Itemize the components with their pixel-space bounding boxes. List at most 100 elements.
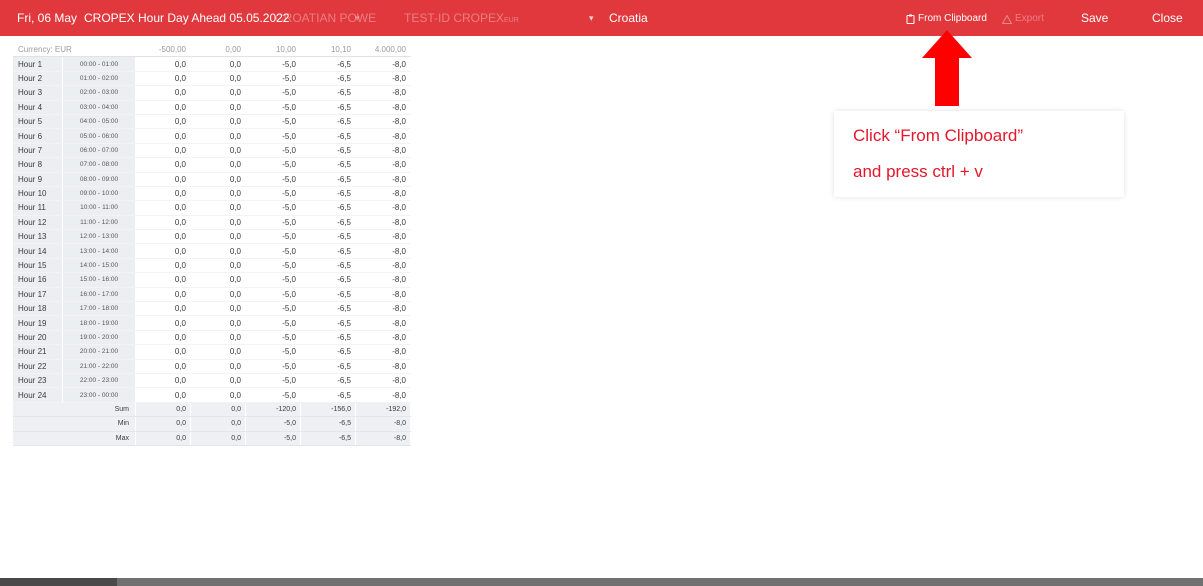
quantity-cell[interactable]: -6,5 xyxy=(300,387,356,403)
quantity-cell[interactable]: 0,0 xyxy=(190,71,246,87)
quantity-cell[interactable]: 0,0 xyxy=(135,71,191,87)
quantity-cell[interactable]: -5,0 xyxy=(245,258,301,274)
quantity-cell[interactable]: -5,0 xyxy=(245,359,301,374)
quantity-cell[interactable]: -6,5 xyxy=(300,85,356,101)
quantity-cell[interactable]: -6,5 xyxy=(300,215,356,231)
quantity-cell[interactable]: 0,0 xyxy=(135,157,191,173)
quantity-cell[interactable]: -8,0 xyxy=(355,344,411,360)
quantity-cell[interactable]: 0,0 xyxy=(135,128,191,144)
quantity-cell[interactable]: 0,0 xyxy=(190,200,246,216)
quantity-cell[interactable]: -5,0 xyxy=(245,186,301,202)
quantity-cell[interactable]: -6,5 xyxy=(300,315,356,331)
quantity-cell[interactable]: 0,0 xyxy=(190,215,246,231)
quantity-cell[interactable]: -6,5 xyxy=(300,71,356,87)
quantity-cell[interactable]: -8,0 xyxy=(355,272,411,288)
quantity-cell[interactable]: -6,5 xyxy=(300,128,356,144)
quantity-cell[interactable]: 0,0 xyxy=(190,359,246,374)
quantity-cell[interactable]: -6,5 xyxy=(300,359,356,374)
quantity-cell[interactable]: 0,0 xyxy=(190,287,246,303)
quantity-cell[interactable]: -5,0 xyxy=(245,143,301,159)
portfolio-select[interactable]: TEST-ID CROPEXEUR xyxy=(404,11,519,28)
quantity-cell[interactable]: -6,5 xyxy=(300,100,356,115)
quantity-cell[interactable]: -5,0 xyxy=(245,301,301,317)
quantity-cell[interactable]: -8,0 xyxy=(355,71,411,87)
quantity-cell[interactable]: 0,0 xyxy=(190,272,246,288)
quantity-cell[interactable]: -6,5 xyxy=(300,200,356,216)
quantity-cell[interactable]: -8,0 xyxy=(355,56,411,72)
quantity-cell[interactable]: -6,5 xyxy=(300,344,356,360)
quantity-cell[interactable]: 0,0 xyxy=(135,114,191,130)
quantity-cell[interactable]: 0,0 xyxy=(135,143,191,159)
quantity-cell[interactable]: -6,5 xyxy=(300,272,356,288)
quantity-cell[interactable]: 0,0 xyxy=(190,56,246,72)
close-button[interactable]: Close xyxy=(1152,11,1183,25)
quantity-cell[interactable]: -8,0 xyxy=(355,387,411,403)
quantity-cell[interactable]: -5,0 xyxy=(245,387,301,403)
quantity-cell[interactable]: -5,0 xyxy=(245,172,301,187)
quantity-cell[interactable]: -8,0 xyxy=(355,301,411,317)
quantity-cell[interactable]: 0,0 xyxy=(190,243,246,259)
quantity-cell[interactable]: -8,0 xyxy=(355,315,411,331)
quantity-cell[interactable]: -5,0 xyxy=(245,315,301,331)
quantity-cell[interactable]: -6,5 xyxy=(300,186,356,202)
quantity-cell[interactable]: -6,5 xyxy=(300,287,356,303)
quantity-cell[interactable]: -5,0 xyxy=(245,56,301,72)
quantity-cell[interactable]: -8,0 xyxy=(355,200,411,216)
quantity-cell[interactable]: -5,0 xyxy=(245,85,301,101)
quantity-cell[interactable]: -5,0 xyxy=(245,373,301,389)
company-select[interactable]: CROATIAN POWE xyxy=(275,11,376,25)
quantity-cell[interactable]: -8,0 xyxy=(355,258,411,274)
quantity-cell[interactable]: -6,5 xyxy=(300,301,356,317)
quantity-cell[interactable]: -5,0 xyxy=(245,215,301,231)
quantity-cell[interactable]: -5,0 xyxy=(245,71,301,87)
quantity-cell[interactable]: 0,0 xyxy=(190,315,246,331)
quantity-cell[interactable]: 0,0 xyxy=(135,287,191,303)
quantity-cell[interactable]: 0,0 xyxy=(135,373,191,389)
quantity-cell[interactable]: 0,0 xyxy=(190,114,246,130)
quantity-cell[interactable]: 0,0 xyxy=(135,258,191,274)
quantity-cell[interactable]: 0,0 xyxy=(135,315,191,331)
chevron-down-icon[interactable]: ▾ xyxy=(589,11,594,25)
quantity-cell[interactable]: -5,0 xyxy=(245,272,301,288)
quantity-cell[interactable]: -8,0 xyxy=(355,243,411,259)
quantity-cell[interactable]: 0,0 xyxy=(135,272,191,288)
quantity-cell[interactable]: 0,0 xyxy=(190,172,246,187)
quantity-cell[interactable]: -5,0 xyxy=(245,330,301,346)
quantity-cell[interactable]: 0,0 xyxy=(190,344,246,360)
save-button[interactable]: Save xyxy=(1081,11,1108,25)
quantity-cell[interactable]: -5,0 xyxy=(245,114,301,130)
quantity-cell[interactable]: -5,0 xyxy=(245,229,301,245)
quantity-cell[interactable]: 0,0 xyxy=(190,157,246,173)
quantity-cell[interactable]: -6,5 xyxy=(300,330,356,346)
chevron-down-icon[interactable]: ▾ xyxy=(355,11,360,25)
quantity-cell[interactable]: -6,5 xyxy=(300,56,356,72)
from-clipboard-button[interactable]: From Clipboard xyxy=(906,12,987,26)
quantity-cell[interactable]: 0,0 xyxy=(190,258,246,274)
quantity-cell[interactable]: 0,0 xyxy=(135,200,191,216)
quantity-cell[interactable]: 0,0 xyxy=(135,85,191,101)
quantity-cell[interactable]: -8,0 xyxy=(355,330,411,346)
quantity-cell[interactable]: 0,0 xyxy=(190,186,246,202)
quantity-cell[interactable]: -8,0 xyxy=(355,172,411,187)
quantity-cell[interactable]: 0,0 xyxy=(135,359,191,374)
quantity-cell[interactable]: -5,0 xyxy=(245,344,301,360)
quantity-cell[interactable]: 0,0 xyxy=(190,373,246,389)
quantity-cell[interactable]: -8,0 xyxy=(355,143,411,159)
horizontal-scrollbar[interactable] xyxy=(0,578,1203,586)
quantity-cell[interactable]: -8,0 xyxy=(355,114,411,130)
quantity-cell[interactable]: 0,0 xyxy=(190,128,246,144)
quantity-cell[interactable]: 0,0 xyxy=(190,143,246,159)
quantity-cell[interactable]: -8,0 xyxy=(355,215,411,231)
quantity-cell[interactable]: -6,5 xyxy=(300,373,356,389)
quantity-cell[interactable]: -6,5 xyxy=(300,114,356,130)
quantity-cell[interactable]: -8,0 xyxy=(355,229,411,245)
export-button[interactable]: Export xyxy=(1002,12,1044,26)
quantity-cell[interactable]: -5,0 xyxy=(245,200,301,216)
quantity-cell[interactable]: -5,0 xyxy=(245,128,301,144)
quantity-cell[interactable]: 0,0 xyxy=(135,387,191,403)
quantity-cell[interactable]: 0,0 xyxy=(190,330,246,346)
quantity-cell[interactable]: -8,0 xyxy=(355,100,411,115)
quantity-cell[interactable]: -8,0 xyxy=(355,287,411,303)
quantity-cell[interactable]: -6,5 xyxy=(300,172,356,187)
quantity-cell[interactable]: 0,0 xyxy=(190,387,246,403)
